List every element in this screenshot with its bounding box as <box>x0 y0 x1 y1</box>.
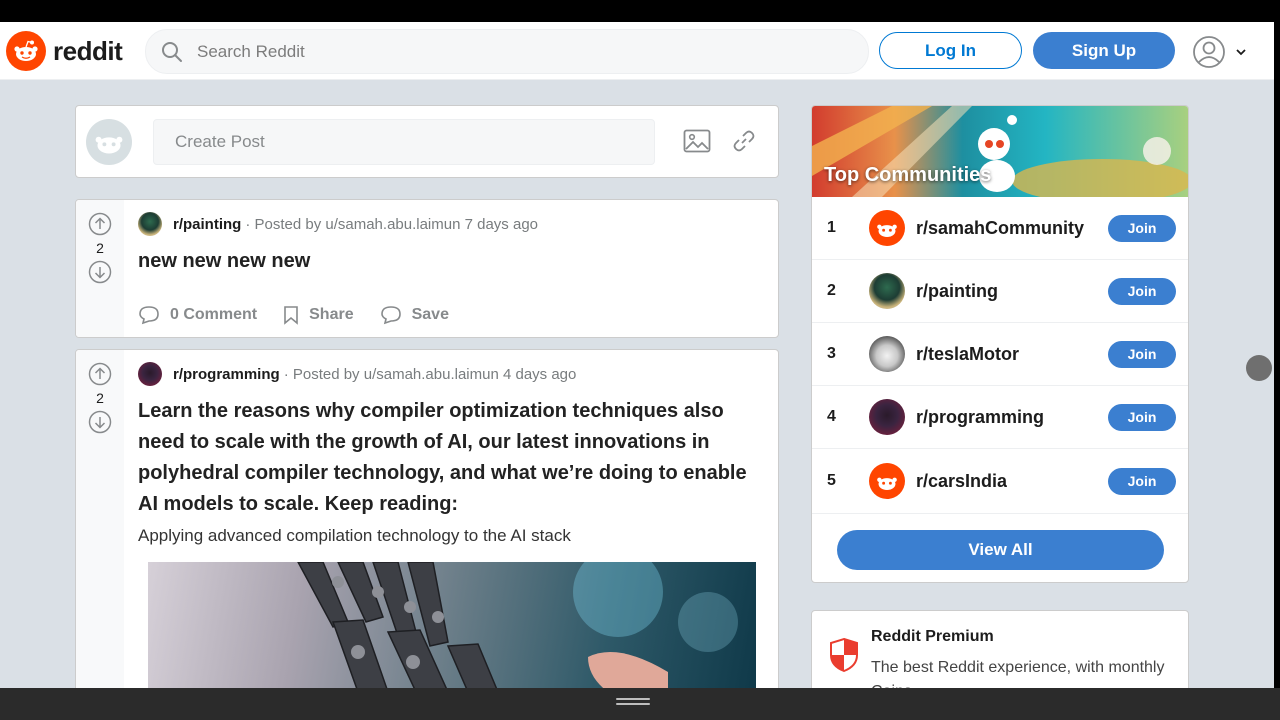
post-body: r/programming · Posted by u/samah.abu.la… <box>138 350 762 546</box>
post-title[interactable]: new new new new <box>138 246 762 277</box>
scroll-indicator[interactable] <box>1246 355 1272 381</box>
subreddit-avatar[interactable] <box>138 212 162 236</box>
subreddit-avatar[interactable] <box>138 362 162 386</box>
drag-handle-icon[interactable] <box>616 698 650 708</box>
post-meta: r/painting · Posted by u/samah.abu.laimu… <box>138 212 762 236</box>
create-post-input[interactable]: Create Post <box>153 119 655 165</box>
browser-viewport: reddit Log In Sign Up <box>0 22 1274 688</box>
reddit-premium-widget: Reddit Premium The best Reddit experienc… <box>811 610 1189 688</box>
community-avatar <box>869 463 905 499</box>
community-name[interactable]: r/programming <box>916 407 1044 428</box>
community-rank: 1 <box>827 219 836 236</box>
community-avatar <box>869 336 905 372</box>
site-header: reddit Log In Sign Up <box>0 22 1274 80</box>
chevron-down-icon <box>1236 49 1246 56</box>
join-button[interactable]: Join <box>1108 214 1176 242</box>
post-body: r/painting · Posted by u/samah.abu.laimu… <box>138 200 762 325</box>
top-communities-banner: Top Communities <box>812 106 1188 197</box>
reddit-logo[interactable]: reddit <box>6 31 123 71</box>
community-row[interactable]: 1 r/samahCommunity Join <box>812 197 1188 260</box>
post-title[interactable]: Learn the reasons why compiler optimizat… <box>138 396 762 520</box>
shield-icon <box>830 637 858 673</box>
default-avatar-icon <box>86 119 132 165</box>
community-avatar <box>869 273 905 309</box>
join-button[interactable]: Join <box>1108 467 1176 495</box>
post-byline: · Posted by u/samah.abu.laimun 4 days ag… <box>283 365 577 383</box>
upvote-icon[interactable] <box>88 362 112 386</box>
vote-column: 2 <box>76 200 124 337</box>
top-communities-title: Top Communities <box>824 164 992 186</box>
signup-button[interactable]: Sign Up <box>1033 32 1175 69</box>
community-row[interactable]: 2 r/painting Join <box>812 260 1188 323</box>
downvote-icon[interactable] <box>88 410 112 434</box>
logo-wordmark: reddit <box>53 35 123 66</box>
subreddit-link[interactable]: r/programming <box>173 366 280 383</box>
upvote-icon[interactable] <box>88 212 112 236</box>
image-upload-icon[interactable] <box>683 129 711 153</box>
community-rank: 3 <box>827 345 836 362</box>
create-post-card: Create Post <box>75 105 779 178</box>
search-input[interactable] <box>197 41 797 62</box>
save-button[interactable]: Save <box>380 305 449 325</box>
save-label: Save <box>411 306 449 323</box>
post-link-subtitle: Applying advanced compilation technology… <box>138 526 571 545</box>
post-card[interactable]: 2 r/programming · Posted by u/samah.abu.… <box>75 349 779 688</box>
join-button[interactable]: Join <box>1108 340 1176 368</box>
user-avatar-icon <box>1193 36 1225 68</box>
community-avatar <box>869 399 905 435</box>
comments-button[interactable]: 0 Comment <box>138 305 257 325</box>
screen-edge <box>1274 22 1280 688</box>
community-name[interactable]: r/samahCommunity <box>916 218 1084 239</box>
community-name[interactable]: r/teslaMotor <box>916 344 1019 365</box>
downvote-icon[interactable] <box>88 260 112 284</box>
community-avatar <box>869 210 905 246</box>
comment-icon <box>139 306 159 325</box>
login-button[interactable]: Log In <box>879 32 1022 69</box>
subreddit-link[interactable]: r/painting <box>173 216 241 233</box>
vote-count: 2 <box>96 390 104 406</box>
join-button[interactable]: Join <box>1108 277 1176 305</box>
post-image-robot-hand[interactable] <box>148 562 756 688</box>
link-icon[interactable] <box>732 129 756 153</box>
community-name[interactable]: r/painting <box>916 281 998 302</box>
post-byline: · Posted by u/samah.abu.laimun 7 days ag… <box>245 215 539 233</box>
view-all-button[interactable]: View All <box>837 530 1164 570</box>
community-row[interactable]: 3 r/teslaMotor Join <box>812 323 1188 386</box>
post-card[interactable]: 2 r/painting · Posted by u/samah.abu.lai… <box>75 199 779 338</box>
post-meta: r/programming · Posted by u/samah.abu.la… <box>138 362 762 386</box>
premium-description: The best Reddit experience, with monthly… <box>871 659 1165 688</box>
reddit-alien-icon <box>6 31 46 71</box>
bookmark-icon <box>284 306 298 325</box>
vote-count: 2 <box>96 240 104 256</box>
community-name[interactable]: r/carsIndia <box>916 471 1007 492</box>
share-button[interactable]: Share <box>283 305 354 325</box>
vote-column: 2 <box>76 350 124 688</box>
share-label: Share <box>309 306 354 323</box>
top-communities-widget: Top Communities 1 r/samahCommunity Join … <box>811 105 1189 583</box>
post-actions: 0 Comment Share Save <box>138 305 762 325</box>
system-bottom-bar <box>0 688 1280 720</box>
community-rank: 4 <box>827 408 836 425</box>
community-row[interactable]: 4 r/programming Join <box>812 386 1188 449</box>
search-icon <box>162 41 182 62</box>
community-rank: 5 <box>827 472 836 489</box>
save-comment-icon <box>380 306 401 325</box>
join-button[interactable]: Join <box>1108 403 1176 431</box>
comments-label: 0 Comment <box>170 306 258 323</box>
premium-title: Reddit Premium <box>871 628 994 645</box>
search-bar[interactable] <box>145 29 869 74</box>
system-top-bar <box>0 0 1280 22</box>
community-row[interactable]: 5 r/carsIndia Join <box>812 449 1188 514</box>
community-rank: 2 <box>827 282 836 299</box>
user-dropdown[interactable] <box>1192 35 1248 69</box>
